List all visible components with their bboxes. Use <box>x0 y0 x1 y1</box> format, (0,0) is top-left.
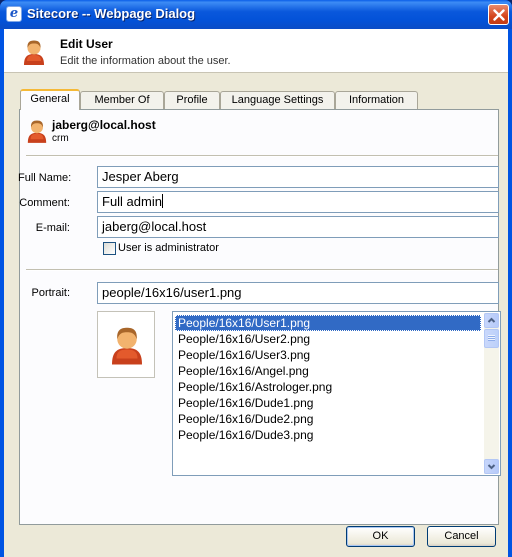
ie-icon: e <box>6 6 22 22</box>
ok-button[interactable]: OK <box>346 526 415 547</box>
text-caret <box>161 194 163 208</box>
list-item[interactable]: People/16x16/User3.png <box>175 347 481 363</box>
header-subtitle: Edit the information about the user. <box>60 55 231 67</box>
dialog-client: Edit User Edit the information about the… <box>4 29 508 557</box>
user-account-name: jaberg@local.host <box>52 118 156 132</box>
portrait-listbox[interactable]: People/16x16/User1.png People/16x16/User… <box>172 311 501 476</box>
list-item[interactable]: People/16x16/User2.png <box>175 331 481 347</box>
list-item[interactable]: People/16x16/Astrologer.png <box>175 379 481 395</box>
user-icon <box>22 39 46 68</box>
scrollbar-thumb[interactable] <box>484 329 499 348</box>
list-item[interactable]: People/16x16/Dude1.png <box>175 395 481 411</box>
listbox-scrollbar[interactable] <box>484 313 499 474</box>
general-panel: jaberg@local.host crm Full Name: Jesper … <box>18 109 501 525</box>
user-icon <box>112 327 142 365</box>
tab-profile[interactable]: Profile <box>164 91 220 109</box>
full-name-label: Full Name: <box>18 172 72 184</box>
dialog-footer: OK Cancel <box>4 513 508 557</box>
list-item[interactable]: People/16x16/Dude3.png <box>175 427 481 443</box>
tab-general[interactable]: General <box>20 89 80 110</box>
administrator-checkbox[interactable] <box>103 242 116 255</box>
cancel-button[interactable]: Cancel <box>427 526 496 547</box>
scroll-up-icon <box>487 317 496 323</box>
comment-value: Full admin <box>102 194 162 209</box>
email-label: E-mail: <box>35 222 70 234</box>
title-bar[interactable]: e Sitecore -- Webpage Dialog <box>0 0 512 29</box>
user-icon <box>26 118 48 147</box>
list-item[interactable]: People/16x16/Angel.png <box>175 363 481 379</box>
administrator-checkbox-label[interactable]: User is administrator <box>118 242 219 254</box>
scroll-down-icon <box>487 464 496 470</box>
scroll-up-button[interactable] <box>484 313 499 328</box>
comment-field[interactable]: Full admin <box>97 191 499 213</box>
divider <box>26 269 498 271</box>
scroll-down-button[interactable] <box>484 459 499 474</box>
divider <box>26 155 498 157</box>
portrait-label: Portrait: <box>31 287 70 299</box>
full-name-field[interactable]: Jesper Aberg <box>97 166 499 188</box>
tab-language-settings[interactable]: Language Settings <box>220 91 335 109</box>
close-button[interactable] <box>488 4 509 25</box>
list-item[interactable]: People/16x16/Dude2.png <box>175 411 481 427</box>
dialog-header: Edit User Edit the information about the… <box>4 29 508 73</box>
email-field[interactable]: jaberg@local.host <box>97 216 499 238</box>
portrait-path-field[interactable]: people/16x16/user1.png <box>97 282 499 304</box>
comment-label: Comment: <box>19 197 70 209</box>
window-title: Sitecore -- Webpage Dialog <box>27 6 196 21</box>
header-title: Edit User <box>60 37 113 51</box>
user-domain: crm <box>52 133 69 144</box>
dialog-window: e Sitecore -- Webpage Dialog Edit User E… <box>0 0 512 557</box>
tab-member-of[interactable]: Member Of <box>80 91 164 109</box>
portrait-preview <box>97 311 155 378</box>
tab-information[interactable]: Information <box>335 91 418 109</box>
close-icon <box>493 9 505 21</box>
list-item[interactable]: People/16x16/User1.png <box>175 315 481 331</box>
